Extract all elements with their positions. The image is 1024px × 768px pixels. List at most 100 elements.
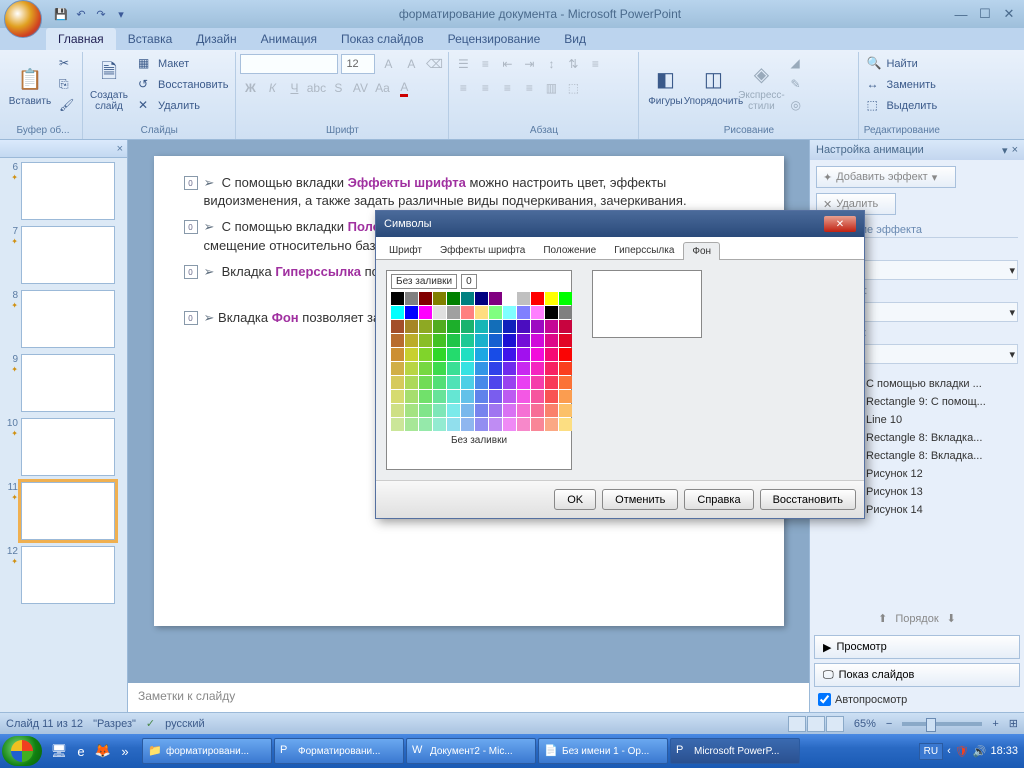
color-swatch[interactable] [433, 348, 446, 361]
color-swatch[interactable] [419, 292, 432, 305]
tray-clock[interactable]: 18:33 [990, 745, 1018, 757]
color-swatch[interactable] [559, 334, 572, 347]
color-swatch[interactable] [545, 320, 558, 333]
color-swatch[interactable] [545, 292, 558, 305]
align-text-button[interactable]: ≡ [585, 54, 605, 74]
color-swatch[interactable] [447, 334, 460, 347]
color-swatch[interactable] [391, 292, 404, 305]
color-swatch[interactable] [419, 418, 432, 431]
font-size-dropdown[interactable]: 12 [341, 54, 375, 74]
slideshow-view-button[interactable] [826, 716, 844, 732]
thumb-preview[interactable] [21, 290, 115, 348]
color-swatch[interactable] [391, 390, 404, 403]
color-swatch[interactable] [391, 404, 404, 417]
firefox-icon[interactable]: 🦊 [92, 737, 114, 765]
color-swatch[interactable] [475, 306, 488, 319]
thumbnails-close-icon[interactable]: × [117, 143, 123, 155]
color-swatch[interactable] [517, 306, 530, 319]
color-swatch[interactable] [559, 376, 572, 389]
color-swatch[interactable] [391, 306, 404, 319]
color-swatch[interactable] [419, 404, 432, 417]
ql-more-icon[interactable]: » [114, 737, 136, 765]
color-swatch[interactable] [559, 292, 572, 305]
cut-button[interactable]: ✂ [56, 54, 78, 74]
case-button[interactable]: Aa [372, 78, 392, 98]
thumbnail-item[interactable]: 8✦ [4, 290, 123, 348]
color-swatch[interactable] [419, 376, 432, 389]
color-swatch[interactable] [461, 390, 474, 403]
color-swatch[interactable] [405, 376, 418, 389]
color-swatch[interactable] [391, 320, 404, 333]
color-swatch[interactable] [405, 418, 418, 431]
color-swatch[interactable] [475, 320, 488, 333]
minimize-button[interactable]: — [950, 5, 972, 23]
color-swatch[interactable] [461, 376, 474, 389]
fit-zoom-button[interactable]: ⊞ [1009, 717, 1018, 730]
thumb-preview[interactable] [21, 482, 115, 540]
indent-inc-button[interactable]: ⇥ [519, 54, 539, 74]
color-swatch[interactable] [461, 418, 474, 431]
color-swatch[interactable] [489, 320, 502, 333]
color-swatch[interactable] [545, 362, 558, 375]
tab-insert[interactable]: Вставка [116, 28, 185, 50]
tab-review[interactable]: Рецензирование [436, 28, 553, 50]
thumbnail-item[interactable]: 10✦ [4, 418, 123, 476]
color-swatch[interactable] [433, 320, 446, 333]
color-swatch[interactable] [489, 376, 502, 389]
clear-format-button[interactable]: ⌫ [424, 54, 444, 74]
zoom-level[interactable]: 65% [854, 718, 876, 730]
thumb-preview[interactable] [21, 226, 115, 284]
color-swatch[interactable] [419, 306, 432, 319]
color-swatch[interactable] [545, 348, 558, 361]
color-swatch[interactable] [517, 376, 530, 389]
color-swatch[interactable] [503, 404, 516, 417]
color-swatch[interactable] [447, 348, 460, 361]
columns-button[interactable]: ▥ [541, 78, 561, 98]
shape-outline-button[interactable]: ✎ [787, 75, 809, 95]
font-color-button[interactable]: A [394, 78, 414, 98]
color-swatch[interactable] [531, 334, 544, 347]
color-swatch[interactable] [559, 362, 572, 375]
taskbar-item[interactable]: WДокумент2 - Mic... [406, 738, 536, 764]
color-swatch[interactable] [461, 292, 474, 305]
color-swatch[interactable] [489, 348, 502, 361]
quickstyles-button[interactable]: ◈Экспресс-стили [739, 54, 783, 118]
color-swatch[interactable] [391, 334, 404, 347]
color-swatch[interactable] [517, 292, 530, 305]
layout-button[interactable]: ▦Макет [135, 54, 231, 74]
taskbar-item[interactable]: PMicrosoft PowerP... [670, 738, 800, 764]
tab-slideshow[interactable]: Показ слайдов [329, 28, 436, 50]
anim-dropdown-icon[interactable]: ▾ [1002, 144, 1008, 157]
color-swatch[interactable] [545, 376, 558, 389]
format-painter-button[interactable]: 🖌 [56, 96, 78, 116]
thumbnail-item[interactable]: 12✦ [4, 546, 123, 604]
ok-button[interactable]: OK [554, 489, 596, 510]
color-swatch[interactable] [517, 404, 530, 417]
tray-expand-icon[interactable]: ‹ [947, 745, 951, 757]
color-swatch[interactable] [475, 362, 488, 375]
tab-animation[interactable]: Анимация [249, 28, 329, 50]
thumb-preview[interactable] [21, 418, 115, 476]
color-swatch[interactable] [433, 418, 446, 431]
reorder-up-icon[interactable]: ⬆ [878, 612, 887, 625]
color-swatch[interactable] [447, 418, 460, 431]
color-swatch[interactable] [475, 334, 488, 347]
underline-button[interactable]: Ч [284, 78, 304, 98]
color-swatch[interactable] [405, 306, 418, 319]
color-swatch[interactable] [531, 418, 544, 431]
color-swatch[interactable] [433, 390, 446, 403]
text-direction-button[interactable]: ⇅ [563, 54, 583, 74]
indent-dec-button[interactable]: ⇤ [497, 54, 517, 74]
color-swatch[interactable] [517, 390, 530, 403]
color-swatch[interactable] [475, 348, 488, 361]
color-swatch[interactable] [559, 418, 572, 431]
color-swatch[interactable] [447, 390, 460, 403]
color-swatch[interactable] [545, 404, 558, 417]
color-swatch[interactable] [405, 348, 418, 361]
spacing-button[interactable]: AV [350, 78, 370, 98]
color-swatch[interactable] [461, 362, 474, 375]
color-swatch[interactable] [531, 292, 544, 305]
color-swatch[interactable] [489, 418, 502, 431]
color-swatch[interactable] [559, 390, 572, 403]
find-button[interactable]: 🔍Найти [863, 54, 940, 74]
